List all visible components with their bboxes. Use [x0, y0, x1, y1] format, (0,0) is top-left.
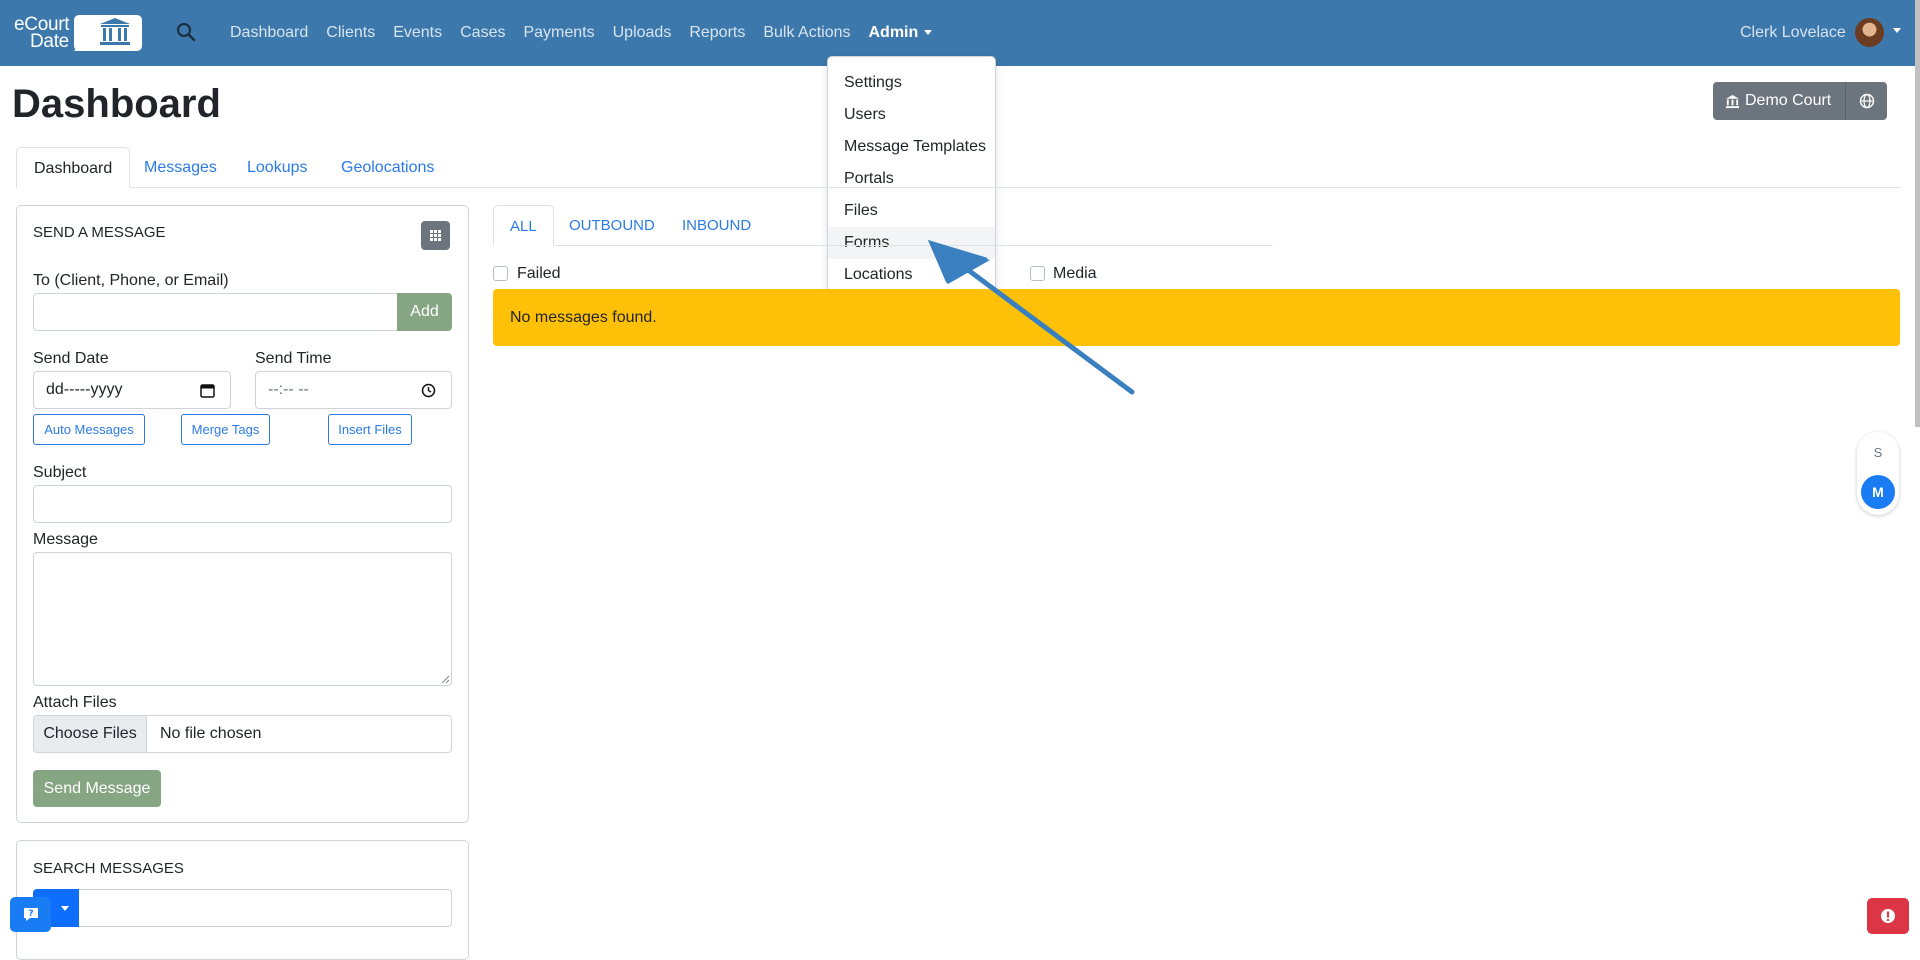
- insert-files-button[interactable]: Insert Files: [328, 414, 412, 445]
- to-label: To (Client, Phone, or Email): [33, 272, 229, 289]
- choose-files-button[interactable]: Choose Files: [34, 716, 147, 752]
- side-widget: S M: [1857, 432, 1899, 515]
- court-button-group: Demo Court: [1713, 82, 1888, 120]
- nav-link-uploads[interactable]: Uploads: [613, 24, 672, 42]
- failed-checkbox[interactable]: [493, 266, 508, 281]
- admin-label: Admin: [868, 24, 919, 41]
- send-time-label: Send Time: [255, 350, 332, 367]
- tab-dashboard[interactable]: Dashboard: [16, 147, 131, 188]
- nav-admin-dropdown[interactable]: Admin: [869, 24, 933, 42]
- ecourtdate-logo[interactable]: eCourt Date: [14, 13, 142, 53]
- send-date-input[interactable]: dd-----yyyy: [33, 371, 231, 409]
- clock-icon[interactable]: [421, 383, 436, 398]
- tab-inbound[interactable]: INBOUND: [666, 205, 767, 246]
- nav-link-clients[interactable]: Clients: [326, 24, 375, 42]
- send-date-value: dd-----yyyy: [46, 381, 123, 398]
- grid-button[interactable]: [421, 221, 450, 250]
- menu-item-users[interactable]: Users: [828, 99, 995, 131]
- chevron-down-icon: [61, 906, 69, 911]
- page-scrollbar[interactable]: [1915, 0, 1920, 427]
- grid-icon: [430, 230, 441, 241]
- globe-button[interactable]: [1845, 82, 1888, 120]
- to-input[interactable]: [33, 293, 399, 331]
- courthouse-icon: [1725, 94, 1740, 108]
- send-time-value: --:-- --: [268, 381, 309, 398]
- resize-handle-icon[interactable]: [441, 675, 450, 684]
- avatar[interactable]: [1855, 18, 1884, 47]
- subject-label: Subject: [33, 464, 87, 481]
- tab-messages[interactable]: Messages: [127, 147, 234, 188]
- message-direction-tabs: ALL OUTBOUND INBOUND: [493, 205, 1273, 246]
- nav-link-cases[interactable]: Cases: [460, 24, 505, 42]
- exclamation-circle-icon: [1881, 909, 1895, 923]
- tab-outbound[interactable]: OUTBOUND: [553, 205, 671, 246]
- nav-link-dashboard[interactable]: Dashboard: [230, 24, 308, 42]
- side-widget-s[interactable]: S: [1857, 445, 1899, 460]
- user-menu[interactable]: Clerk Lovelace: [1740, 0, 1846, 66]
- logo-text: eCourt Date: [14, 15, 70, 52]
- file-input[interactable]: Choose Files No file chosen: [33, 715, 452, 753]
- no-messages-alert: No messages found.: [493, 289, 1900, 346]
- globe-icon: [1859, 93, 1874, 109]
- nav-link-bulk-actions[interactable]: Bulk Actions: [763, 24, 850, 42]
- tab-all[interactable]: ALL: [493, 205, 554, 246]
- send-message-button[interactable]: Send Message: [33, 770, 161, 807]
- chevron-down-icon: [924, 30, 933, 36]
- nav-link-events[interactable]: Events: [393, 24, 442, 42]
- send-date-label: Send Date: [33, 350, 109, 367]
- attach-files-label: Attach Files: [33, 694, 117, 711]
- tab-geolocations[interactable]: Geolocations: [324, 147, 451, 188]
- alert-button[interactable]: [1867, 898, 1909, 934]
- send-message-title: SEND A MESSAGE: [33, 224, 166, 241]
- courthouse-icon: [74, 15, 142, 51]
- search-messages-title: SEARCH MESSAGES: [33, 860, 184, 877]
- search-messages-input[interactable]: [33, 889, 452, 927]
- add-button[interactable]: Add: [397, 293, 452, 331]
- calendar-icon[interactable]: [200, 383, 215, 398]
- send-time-input[interactable]: --:-- --: [255, 371, 452, 409]
- failed-label: Failed: [517, 265, 561, 282]
- dashboard-tabs: Dashboard Messages Lookups Geolocations: [16, 147, 1900, 188]
- search-icon[interactable]: [176, 22, 196, 42]
- page-title: Dashboard: [12, 82, 221, 126]
- svg-text:?: ?: [28, 909, 33, 919]
- auto-messages-button[interactable]: Auto Messages: [33, 414, 145, 445]
- demo-court-button[interactable]: Demo Court: [1713, 82, 1846, 120]
- message-textarea[interactable]: [33, 552, 452, 686]
- court-label: Demo Court: [1745, 92, 1832, 109]
- message-label: Message: [33, 531, 98, 548]
- user-name: Clerk Lovelace: [1740, 24, 1846, 41]
- chat-question-icon: ?: [24, 908, 38, 921]
- menu-item-settings[interactable]: Settings: [828, 67, 995, 99]
- merge-tags-button[interactable]: Merge Tags: [181, 414, 270, 445]
- annotation-arrow-icon: [928, 240, 1135, 395]
- no-file-text: No file chosen: [160, 725, 262, 742]
- nav-link-payments[interactable]: Payments: [523, 24, 594, 42]
- nav-link-reports[interactable]: Reports: [689, 24, 745, 42]
- subject-input[interactable]: [33, 485, 452, 523]
- tab-lookups[interactable]: Lookups: [230, 147, 325, 188]
- logo-line2: Date: [30, 31, 69, 52]
- help-chat-button[interactable]: ?: [10, 897, 51, 932]
- side-widget-m[interactable]: M: [1861, 475, 1895, 509]
- chevron-down-icon[interactable]: [1893, 28, 1901, 33]
